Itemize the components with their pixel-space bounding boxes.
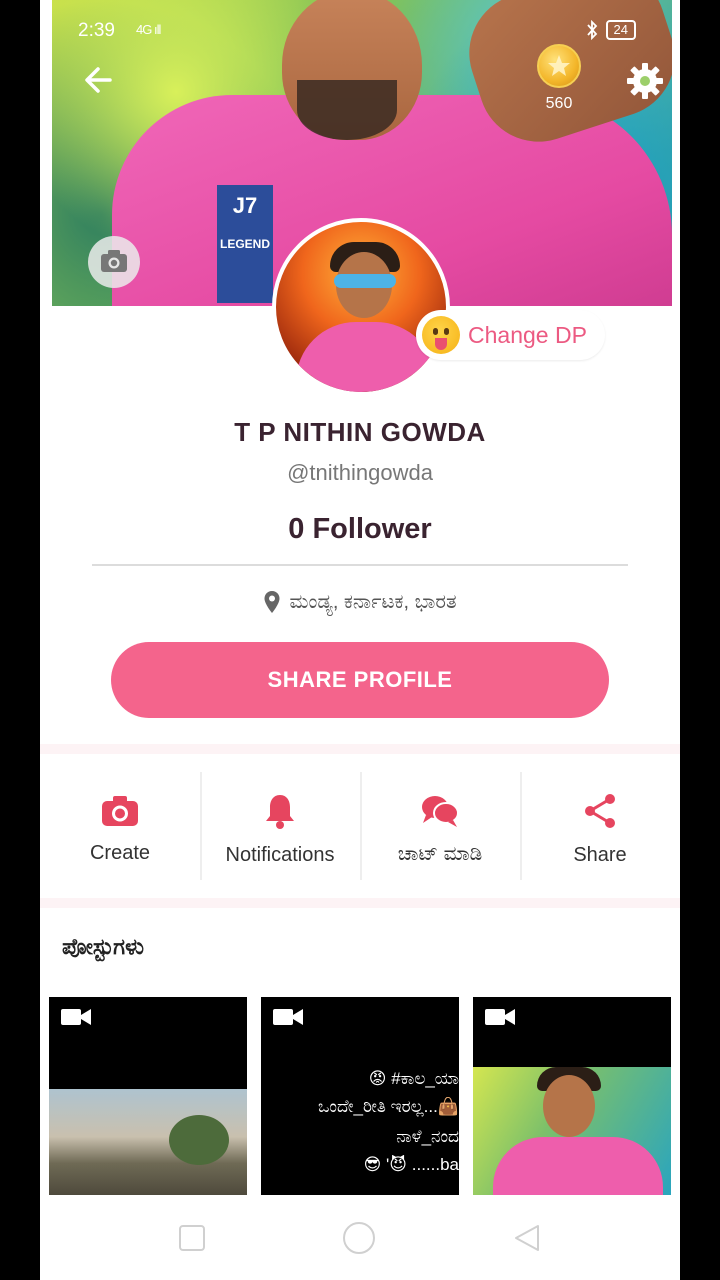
notifications-label: Notifications [225, 843, 335, 866]
back-button[interactable] [80, 62, 124, 98]
location-text: ಮಂಡ್ಯ, ಕರ್ನಾಟಕ, ಭಾರತ [289, 590, 457, 613]
profile-screen: J7 LEGEND 2:39 4G ıll 24 560 Change DP T… [40, 0, 680, 1280]
system-nav-bar [40, 1196, 680, 1280]
post-caption-line: 😎 '😈 ......ba [363, 1155, 459, 1174]
create-button[interactable]: Create [40, 762, 200, 896]
bluetooth-icon [586, 20, 597, 40]
location: ಮಂಡ್ಯ, ಕರ್ನಾಟಕ, ಭಾರತ [40, 590, 680, 614]
status-time: 2:39 [78, 20, 115, 41]
arrow-left-icon [85, 67, 112, 93]
section-divider [40, 898, 680, 908]
post-thumbnail[interactable] [49, 997, 247, 1195]
post-thumbnail[interactable] [473, 997, 671, 1195]
profile-name: T P NITHIN GOWDA [234, 417, 486, 447]
signal-icon: 4G ıll [136, 22, 161, 37]
back-nav-icon[interactable] [512, 1223, 542, 1253]
change-cover-button[interactable] [88, 236, 140, 288]
battery-icon: 24 [605, 20, 636, 40]
post-caption-line: 😡 #ಕಾಲ_ಯಾ [368, 1069, 459, 1088]
status-icons: 24 [586, 20, 636, 40]
post-caption-line: ಒಂದೇ_ರೀತಿ ಇರಲ್ಲ...👜 [318, 1097, 459, 1116]
share-profile-button[interactable]: SHARE PROFILE [111, 642, 609, 718]
share-icon [585, 793, 615, 828]
notifications-button[interactable]: Notifications [200, 762, 360, 896]
avatar[interactable] [272, 218, 450, 396]
post-thumbnail[interactable]: 😡 #ಕಾಲ_ಯಾ ಒಂದೇ_ರೀತಿ ಇರಲ್ಲ...👜 ನಾಳೆ_ನಂದ 😎… [261, 997, 459, 1195]
home-icon[interactable] [342, 1221, 376, 1255]
share-label: Share [573, 843, 627, 866]
share-button[interactable]: Share [520, 762, 680, 896]
posts-title: ಪೋಸ್ಟುಗಳು [62, 934, 145, 959]
chat-label: ಚಾಟ್ ಮಾಡಿ [397, 842, 483, 865]
chat-button[interactable]: ಚಾಟ್ ಮಾಡಿ [360, 762, 520, 896]
location-pin-icon [264, 591, 280, 613]
change-dp-button[interactable]: Change DP [416, 310, 605, 360]
video-icon [485, 1009, 515, 1025]
video-icon [273, 1009, 303, 1025]
camera-icon [101, 250, 127, 272]
change-dp-label: Change DP [468, 321, 587, 348]
coin-count: 560 [545, 95, 573, 112]
recent-apps-icon[interactable] [178, 1224, 206, 1252]
tongue-emoji-icon [422, 316, 460, 354]
coin-icon[interactable] [537, 44, 581, 88]
settings-button[interactable] [624, 60, 666, 102]
profile-handle: @tnithingowda [287, 460, 433, 485]
post-caption-line: ನಾಳೆ_ನಂದ [396, 1127, 459, 1146]
chat-icon [422, 795, 459, 827]
gear-icon [627, 63, 663, 99]
create-label: Create [89, 841, 151, 864]
section-divider [40, 744, 680, 754]
action-bar: Create Notifications ಚಾಟ್ ಮಾಡಿ Share [40, 762, 680, 896]
follower-count[interactable]: 0 Follower [40, 513, 680, 546]
bell-icon [266, 794, 294, 829]
divider [92, 564, 628, 566]
video-icon [61, 1009, 91, 1025]
camera-icon [102, 795, 138, 826]
